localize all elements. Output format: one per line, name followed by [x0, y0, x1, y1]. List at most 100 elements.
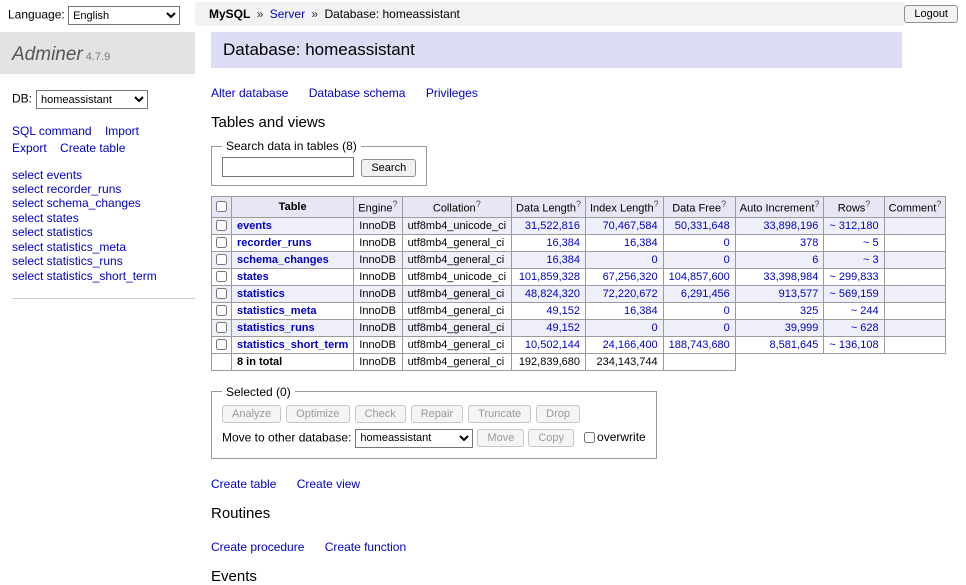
sidebar-select-link[interactable]: select statistics — [12, 226, 195, 239]
auto-increment-link[interactable]: 325 — [800, 305, 818, 317]
breadcrumb-server-link[interactable]: Server — [270, 7, 305, 21]
sidebar-select-link[interactable]: select events — [12, 169, 195, 182]
logout-button[interactable]: Logout — [904, 5, 958, 23]
db-action-link[interactable]: Alter database — [211, 86, 288, 100]
help-icon[interactable]: ? — [814, 199, 819, 209]
sidebar-action-link[interactable]: SQL command — [12, 124, 92, 138]
data-length-link[interactable]: 49,152 — [546, 322, 580, 334]
overwrite-checkbox[interactable] — [584, 432, 595, 443]
move-db-select[interactable]: homeassistant — [355, 429, 473, 448]
data-free-link[interactable]: 50,331,648 — [675, 220, 730, 232]
index-length-link[interactable]: 24,166,400 — [603, 339, 658, 351]
rows-link[interactable]: ~ 299,833 — [829, 271, 878, 283]
row-checkbox[interactable] — [216, 271, 227, 282]
search-button[interactable]: Search — [361, 159, 416, 177]
routine-link[interactable]: Create procedure — [211, 540, 304, 554]
rows-link[interactable]: ~ 5 — [863, 237, 879, 249]
index-length-link[interactable]: 72,220,672 — [603, 288, 658, 300]
help-icon[interactable]: ? — [936, 199, 941, 209]
db-select[interactable]: homeassistant — [36, 90, 148, 109]
table-name-link[interactable]: recorder_runs — [237, 237, 312, 249]
analyze-button[interactable]: Analyze — [222, 405, 281, 423]
row-checkbox[interactable] — [216, 254, 227, 265]
auto-increment-link[interactable]: 378 — [800, 237, 818, 249]
sidebar-select-link[interactable]: select states — [12, 212, 195, 225]
table-name-link[interactable]: statistics_meta — [237, 305, 317, 317]
db-action-link[interactable]: Database schema — [309, 86, 406, 100]
index-length-link[interactable]: 0 — [652, 254, 658, 266]
table-name-link[interactable]: states — [237, 271, 269, 283]
help-icon[interactable]: ? — [865, 199, 870, 209]
index-length-link[interactable]: 16,384 — [624, 237, 658, 249]
sidebar-action-link[interactable]: Create table — [60, 141, 125, 155]
auto-increment-link[interactable]: 39,999 — [785, 322, 819, 334]
check-button[interactable]: Check — [355, 405, 406, 423]
optimize-button[interactable]: Optimize — [286, 405, 349, 423]
overwrite-label[interactable]: overwrite — [582, 430, 646, 444]
row-checkbox[interactable] — [216, 339, 227, 350]
help-icon[interactable]: ? — [576, 199, 581, 209]
data-free-link[interactable]: 0 — [724, 254, 730, 266]
row-checkbox[interactable] — [216, 220, 227, 231]
data-length-link[interactable]: 10,502,144 — [525, 339, 580, 351]
table-name-link[interactable]: statistics_short_term — [237, 339, 348, 351]
auto-increment-link[interactable]: 8,581,645 — [769, 339, 818, 351]
data-length-link[interactable]: 16,384 — [546, 254, 580, 266]
sidebar-select-link[interactable]: select statistics_meta — [12, 241, 195, 254]
rows-link[interactable]: ~ 628 — [851, 322, 879, 334]
index-length-link[interactable]: 70,467,584 — [603, 220, 658, 232]
sidebar-action-link[interactable]: Export — [12, 141, 47, 155]
data-free-link[interactable]: 6,291,456 — [681, 288, 730, 300]
data-length-link[interactable]: 16,384 — [546, 237, 580, 249]
table-name-link[interactable]: statistics_runs — [237, 322, 315, 334]
row-checkbox[interactable] — [216, 305, 227, 316]
adminer-brand[interactable]: Adminer — [12, 44, 83, 65]
rows-link[interactable]: ~ 3 — [863, 254, 879, 266]
row-checkbox[interactable] — [216, 322, 227, 333]
row-checkbox[interactable] — [216, 288, 227, 299]
table-name-link[interactable]: schema_changes — [237, 254, 329, 266]
data-length-link[interactable]: 101,859,328 — [519, 271, 580, 283]
data-length-link[interactable]: 48,824,320 — [525, 288, 580, 300]
index-length-link[interactable]: 67,256,320 — [603, 271, 658, 283]
help-icon[interactable]: ? — [393, 199, 398, 209]
routine-link[interactable]: Create function — [325, 540, 406, 554]
data-length-link[interactable]: 31,522,816 — [525, 220, 580, 232]
sidebar-select-link[interactable]: select statistics_short_term — [12, 270, 195, 283]
help-icon[interactable]: ? — [476, 199, 481, 209]
select-all-checkbox[interactable] — [216, 201, 227, 212]
data-free-link[interactable]: 188,743,680 — [669, 339, 730, 351]
auto-increment-link[interactable]: 913,577 — [779, 288, 819, 300]
rows-link[interactable]: ~ 569,159 — [829, 288, 878, 300]
repair-button[interactable]: Repair — [411, 405, 463, 423]
sidebar-select-link[interactable]: select recorder_runs — [12, 183, 195, 196]
help-icon[interactable]: ? — [721, 199, 726, 209]
sidebar-action-link[interactable]: Import — [105, 124, 139, 138]
data-length-link[interactable]: 49,152 — [546, 305, 580, 317]
index-length-link[interactable]: 0 — [652, 322, 658, 334]
move-button[interactable]: Move — [477, 429, 524, 447]
breadcrumb-mysql[interactable]: MySQL — [209, 7, 250, 21]
copy-button[interactable]: Copy — [528, 429, 574, 447]
truncate-button[interactable]: Truncate — [468, 405, 531, 423]
table-name-link[interactable]: statistics — [237, 288, 285, 300]
create-link[interactable]: Create view — [297, 477, 360, 491]
drop-button[interactable]: Drop — [536, 405, 580, 423]
create-link[interactable]: Create table — [211, 477, 276, 491]
auto-increment-link[interactable]: 6 — [812, 254, 818, 266]
rows-link[interactable]: ~ 136,108 — [829, 339, 878, 351]
row-checkbox[interactable] — [216, 237, 227, 248]
data-free-link[interactable]: 0 — [724, 237, 730, 249]
data-free-link[interactable]: 104,857,600 — [669, 271, 730, 283]
sidebar-select-link[interactable]: select statistics_runs — [12, 255, 195, 268]
help-icon[interactable]: ? — [654, 199, 659, 209]
auto-increment-link[interactable]: 33,898,196 — [763, 220, 818, 232]
data-free-link[interactable]: 0 — [724, 322, 730, 334]
table-name-link[interactable]: events — [237, 220, 272, 232]
data-free-link[interactable]: 0 — [724, 305, 730, 317]
language-select[interactable]: English — [68, 6, 180, 25]
search-input[interactable] — [222, 157, 354, 177]
rows-link[interactable]: ~ 312,180 — [829, 220, 878, 232]
index-length-link[interactable]: 16,384 — [624, 305, 658, 317]
auto-increment-link[interactable]: 33,398,984 — [763, 271, 818, 283]
